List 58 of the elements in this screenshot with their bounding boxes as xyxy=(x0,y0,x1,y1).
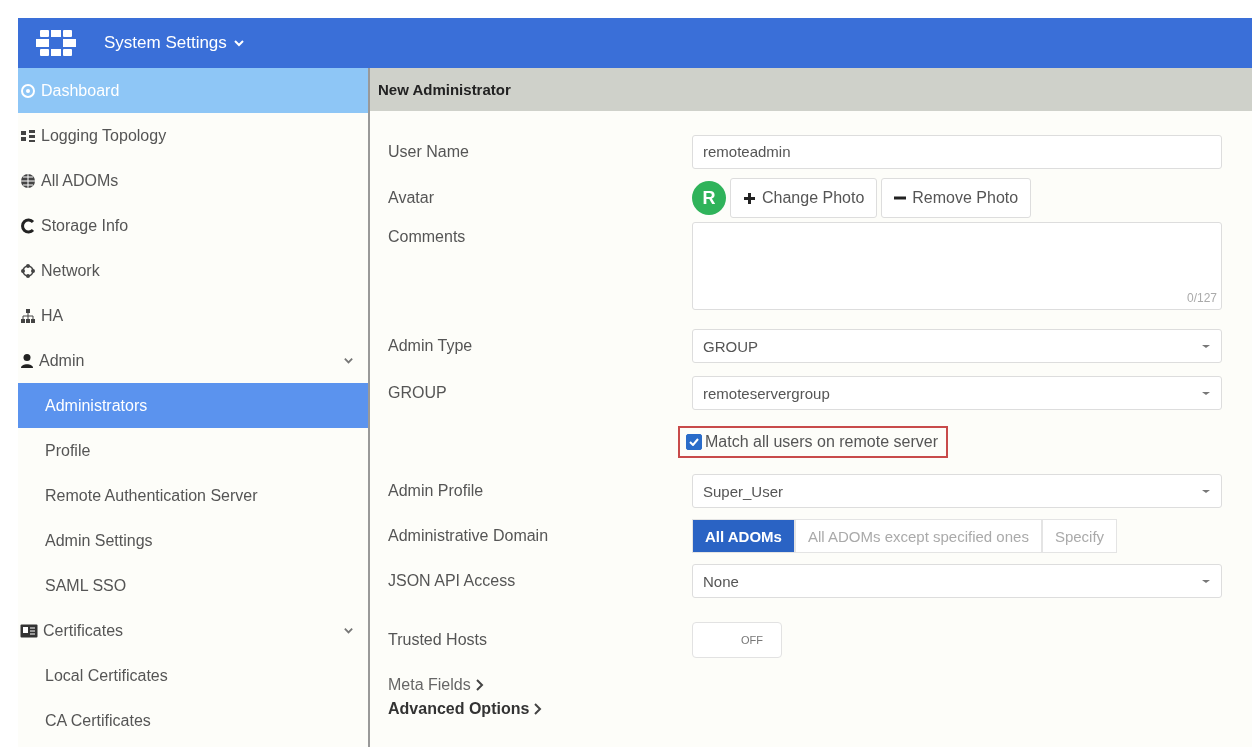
caret-icon xyxy=(1201,342,1211,350)
chevron-icon xyxy=(343,355,354,366)
sidebar-item[interactable]: Storage Info xyxy=(18,203,368,248)
change-photo-button[interactable]: Change Photo xyxy=(730,178,878,218)
checkbox-option[interactable]: Match all users on remote server xyxy=(678,426,948,458)
sidebar-item[interactable]: Local Certificates xyxy=(18,653,368,698)
system-settings-menu[interactable]: System Settings xyxy=(104,33,245,53)
field-label: Avatar xyxy=(388,189,435,207)
hierarchy-icon xyxy=(20,307,36,324)
field-label: User Name xyxy=(388,142,470,161)
expand-link[interactable]: Meta Fields xyxy=(388,676,484,694)
sidebar-item[interactable]: HA xyxy=(18,293,368,338)
checkbox[interactable] xyxy=(686,434,702,450)
field-label: JSON API Access xyxy=(388,572,517,590)
sidebar-item[interactable]: Logging Topology xyxy=(18,113,368,158)
dashboard-icon xyxy=(20,82,36,99)
network-icon xyxy=(20,262,36,279)
sidebar-item[interactable]: Admin xyxy=(18,338,368,383)
chevron-icon xyxy=(232,37,245,49)
toggle-switch[interactable]: OFF xyxy=(692,622,782,658)
select-field[interactable]: Super_User xyxy=(692,474,1222,508)
character-counter: 0/127 xyxy=(1186,291,1217,305)
segment-button[interactable]: All ADOMs xyxy=(692,519,795,553)
chevron-icon xyxy=(533,703,543,715)
sidebar-item[interactable]: Profile xyxy=(18,428,368,473)
sidebar-item[interactable]: Admin Settings xyxy=(18,518,368,563)
caret-icon xyxy=(1201,389,1211,397)
field-label: Administrative Domain xyxy=(388,527,550,545)
text-field[interactable]: remoteadmin xyxy=(692,134,1222,169)
select-field[interactable]: None xyxy=(692,564,1222,598)
sidebar-item[interactable]: CA Certificates xyxy=(18,698,368,743)
sidebar-item[interactable]: All ADOMs xyxy=(18,158,368,203)
plus-icon xyxy=(743,191,756,205)
select-field[interactable]: remoteservergroup xyxy=(692,376,1222,410)
checkmark-icon xyxy=(689,438,699,446)
caret-icon xyxy=(1201,487,1211,495)
sidebar-item[interactable]: Certificates xyxy=(18,608,368,653)
topology-icon xyxy=(20,128,36,143)
sidebar-item[interactable]: SAML SSO xyxy=(18,563,368,608)
avatar: R xyxy=(692,181,726,215)
circle-arc-icon xyxy=(20,217,36,234)
user-icon xyxy=(20,352,34,369)
caret-icon xyxy=(1201,577,1211,585)
chevron-icon xyxy=(343,625,354,636)
grid-logo-icon xyxy=(36,30,76,56)
field-label: Admin Profile xyxy=(388,482,485,500)
expand-link[interactable]: Advanced Options xyxy=(388,700,543,718)
select-field[interactable]: GROUP xyxy=(692,329,1222,363)
remove-photo-button[interactable]: Remove Photo xyxy=(881,178,1032,218)
field-label: Admin Type xyxy=(388,337,474,355)
field-label: GROUP xyxy=(388,384,448,402)
minus-icon xyxy=(894,196,907,200)
panel-title: New Administrator xyxy=(370,68,1252,111)
sidebar-item[interactable]: Remote Authentication Server xyxy=(18,473,368,518)
chevron-icon xyxy=(474,679,484,691)
field-label: Trusted Hosts xyxy=(388,631,488,649)
sidebar-item[interactable]: Network xyxy=(18,248,368,293)
field-label: Comments xyxy=(388,228,467,246)
